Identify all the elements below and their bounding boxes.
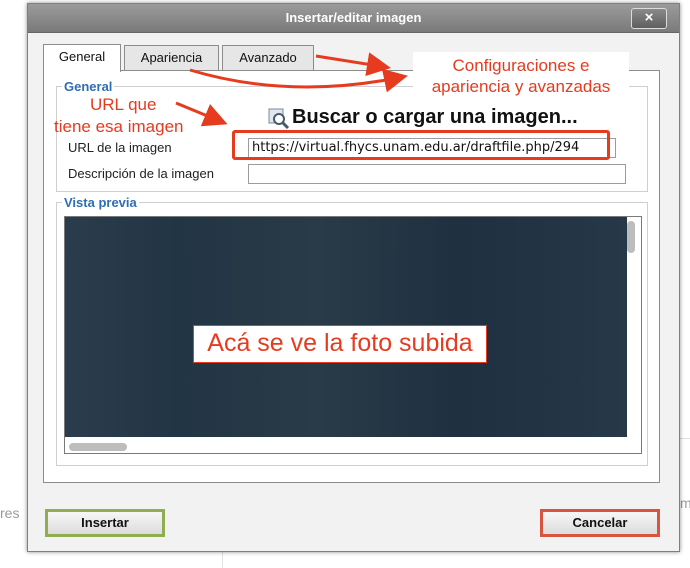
tab-label: General — [58, 49, 106, 64]
arrow-from-tabs — [315, 52, 391, 77]
arrow-to-url — [175, 101, 228, 127]
arrow-from-apariencia — [189, 68, 408, 93]
tab-general[interactable]: General — [43, 44, 121, 72]
annotation-arrows — [175, 52, 408, 127]
